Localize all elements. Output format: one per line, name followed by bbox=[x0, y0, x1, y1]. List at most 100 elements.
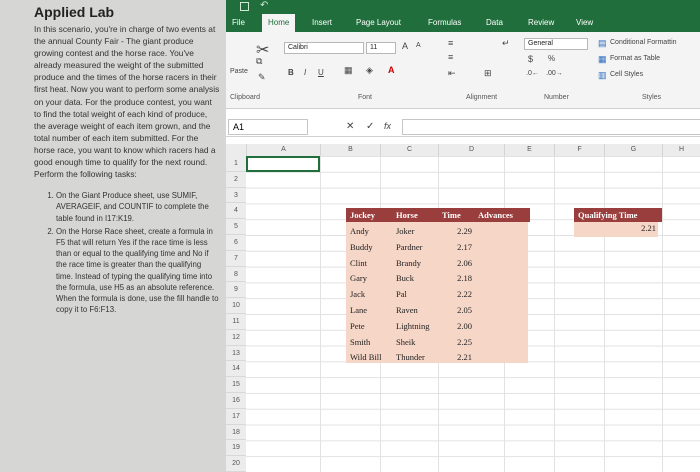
tab-review[interactable]: Review bbox=[528, 18, 554, 27]
undo-icon[interactable]: ↶ bbox=[260, 0, 268, 11]
cell-horse[interactable]: Joker bbox=[392, 224, 442, 238]
cell-horse[interactable]: Lightning bbox=[392, 319, 442, 333]
row-header[interactable]: 19 bbox=[226, 440, 246, 457]
cell-time[interactable]: 2.06 bbox=[438, 256, 472, 270]
cell-time[interactable]: 2.05 bbox=[438, 303, 472, 317]
cell-jockey[interactable]: Pete bbox=[346, 319, 396, 333]
format-as-table-button[interactable]: Format as Table bbox=[610, 55, 660, 62]
cell-time[interactable]: 2.21 bbox=[438, 350, 472, 364]
row-header[interactable]: 17 bbox=[226, 409, 246, 425]
cell-time[interactable]: 2.29 bbox=[438, 224, 472, 238]
underline-button[interactable]: U bbox=[318, 68, 324, 77]
format-painter-icon[interactable]: ✎ bbox=[258, 72, 266, 83]
decrease-decimal-icon[interactable]: .00→ bbox=[546, 70, 563, 77]
cell-horse[interactable]: Buck bbox=[392, 271, 442, 285]
tab-file[interactable]: File bbox=[232, 18, 245, 27]
tab-page-layout[interactable]: Page Layout bbox=[356, 18, 401, 27]
percent-button[interactable]: % bbox=[548, 54, 555, 63]
row-header[interactable]: 9 bbox=[226, 282, 246, 299]
header-advances[interactable]: Advances bbox=[476, 208, 530, 222]
selected-cell-a1[interactable] bbox=[246, 156, 320, 172]
number-format-dropdown[interactable]: General bbox=[524, 38, 588, 50]
shrink-font-button[interactable]: A bbox=[416, 42, 421, 49]
save-icon[interactable] bbox=[240, 2, 249, 11]
format-table-icon[interactable]: ▦ bbox=[598, 54, 607, 65]
row-header[interactable]: 10 bbox=[226, 298, 246, 314]
name-box[interactable]: A1 bbox=[228, 119, 308, 135]
cell-styles-icon[interactable]: ▥ bbox=[598, 70, 607, 81]
cell-time[interactable]: 2.17 bbox=[438, 240, 472, 254]
cell-time[interactable]: 2.18 bbox=[438, 271, 472, 285]
tab-insert[interactable]: Insert bbox=[312, 18, 332, 27]
row-header[interactable]: 3 bbox=[226, 188, 246, 204]
row-header[interactable]: 16 bbox=[226, 393, 246, 409]
font-size-dropdown[interactable]: 11 bbox=[366, 42, 396, 54]
cell-jockey[interactable]: Buddy bbox=[346, 240, 396, 254]
fill-color-icon[interactable]: ◈ bbox=[366, 65, 373, 76]
cell-jockey[interactable]: Smith bbox=[346, 335, 396, 349]
align-top-icon[interactable]: ≡ bbox=[448, 38, 453, 48]
row-header[interactable]: 20 bbox=[226, 456, 246, 472]
font-color-icon[interactable]: A bbox=[388, 65, 395, 75]
align-center-icon[interactable]: ≡ bbox=[448, 52, 453, 62]
currency-button[interactable]: $ bbox=[528, 54, 533, 64]
cell-horse[interactable]: Pardner bbox=[392, 240, 442, 254]
column-header[interactable]: E bbox=[504, 144, 554, 156]
cell-jockey[interactable]: Clint bbox=[346, 256, 396, 270]
row-header[interactable]: 7 bbox=[226, 251, 246, 267]
tab-data[interactable]: Data bbox=[486, 18, 503, 27]
paste-button[interactable]: Paste bbox=[230, 68, 248, 75]
qualifying-time-value[interactable]: 2.21 bbox=[626, 221, 656, 235]
cell-time[interactable]: 2.00 bbox=[438, 319, 472, 333]
copy-icon[interactable]: ⧉ bbox=[256, 56, 262, 67]
qualifying-time-label[interactable]: Qualifying Time bbox=[574, 208, 662, 222]
row-header[interactable]: 5 bbox=[226, 219, 246, 235]
row-header[interactable]: 11 bbox=[226, 314, 246, 330]
row-header[interactable]: 4 bbox=[226, 203, 246, 220]
cancel-icon[interactable]: ✕ bbox=[346, 121, 354, 132]
cell-horse[interactable]: Thunder bbox=[392, 350, 442, 364]
column-header[interactable]: G bbox=[604, 144, 662, 156]
cell-time[interactable]: 2.25 bbox=[438, 335, 472, 349]
column-header[interactable]: D bbox=[438, 144, 504, 156]
row-header[interactable]: 1 bbox=[226, 156, 246, 172]
row-header[interactable]: 13 bbox=[226, 346, 246, 362]
column-header[interactable]: H bbox=[662, 144, 700, 156]
header-jockey[interactable]: Jockey bbox=[346, 208, 396, 222]
wrap-text-icon[interactable]: ↵ bbox=[502, 38, 510, 49]
indent-icon[interactable]: ⇤ bbox=[448, 68, 456, 79]
row-header[interactable]: 8 bbox=[226, 267, 246, 283]
conditional-formatting-button[interactable]: Conditional Formattin bbox=[610, 39, 677, 46]
row-header[interactable]: 6 bbox=[226, 235, 246, 251]
font-name-dropdown[interactable]: Calibri bbox=[284, 42, 364, 54]
bold-button[interactable]: B bbox=[288, 68, 294, 77]
cell-jockey[interactable]: Andy bbox=[346, 224, 396, 238]
borders-icon[interactable]: ▦ bbox=[344, 65, 353, 76]
column-header[interactable]: B bbox=[320, 144, 380, 156]
tab-view[interactable]: View bbox=[576, 18, 593, 27]
cell-horse[interactable]: Raven bbox=[392, 303, 442, 317]
header-horse[interactable]: Horse bbox=[392, 208, 442, 222]
merge-icon[interactable]: ⊞ bbox=[484, 68, 492, 79]
row-header[interactable]: 14 bbox=[226, 361, 246, 378]
conditional-formatting-icon[interactable]: ▤ bbox=[598, 38, 607, 49]
grow-font-button[interactable]: A bbox=[402, 41, 408, 51]
cell-horse[interactable]: Brandy bbox=[392, 256, 442, 270]
tab-formulas[interactable]: Formulas bbox=[428, 18, 461, 27]
tab-home[interactable]: Home bbox=[262, 14, 296, 32]
cell-horse[interactable]: Pal bbox=[392, 287, 442, 301]
row-header[interactable]: 18 bbox=[226, 425, 246, 441]
row-header[interactable]: 12 bbox=[226, 330, 246, 346]
cell-horse[interactable]: Sheik bbox=[392, 335, 442, 349]
cell-jockey[interactable]: Lane bbox=[346, 303, 396, 317]
cell-jockey[interactable]: Jack bbox=[346, 287, 396, 301]
italic-button[interactable]: I bbox=[304, 68, 306, 77]
column-header[interactable]: C bbox=[380, 144, 438, 156]
column-header[interactable]: F bbox=[554, 144, 604, 156]
row-header[interactable]: 2 bbox=[226, 172, 246, 188]
cell-jockey[interactable]: Gary bbox=[346, 271, 396, 285]
cell-styles-button[interactable]: Cell Styles bbox=[610, 71, 643, 78]
insert-function-icon[interactable]: fx bbox=[384, 121, 391, 131]
header-time[interactable]: Time bbox=[438, 208, 480, 222]
row-header[interactable]: 15 bbox=[226, 377, 246, 393]
